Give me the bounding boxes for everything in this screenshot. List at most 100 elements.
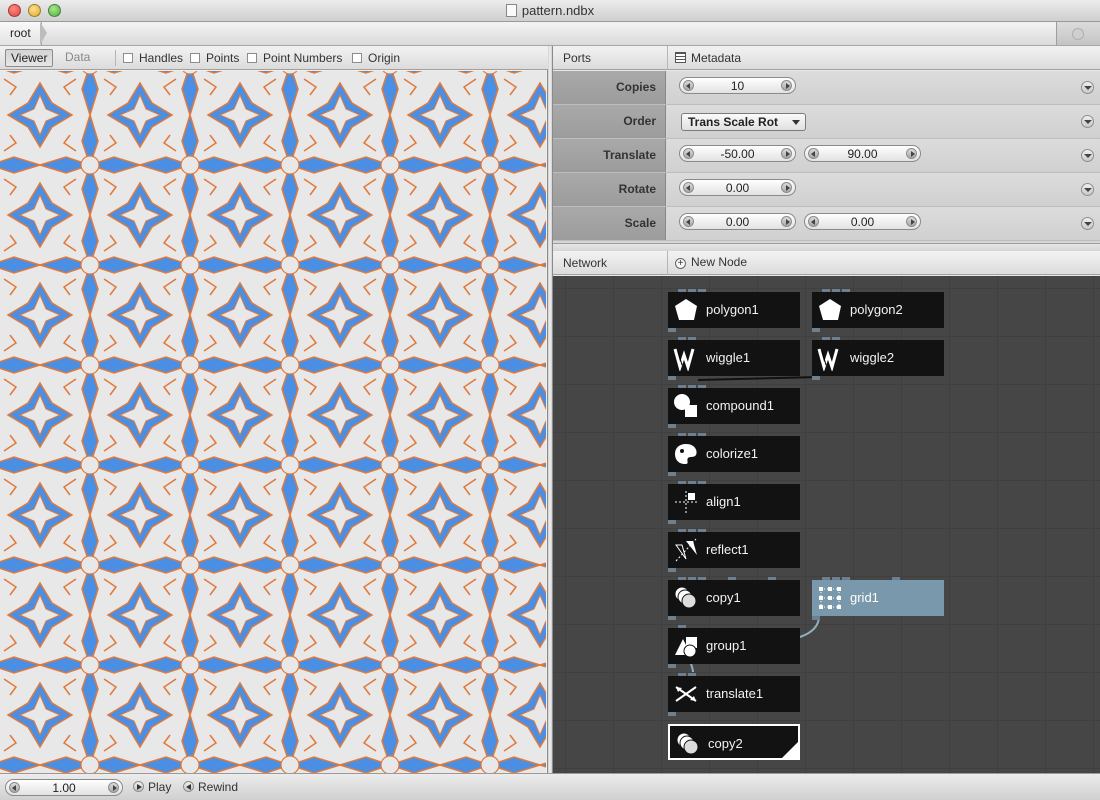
input-port[interactable] (892, 577, 900, 580)
input-port[interactable] (698, 481, 706, 484)
decrement-icon[interactable] (808, 216, 819, 227)
decrement-icon[interactable] (683, 182, 694, 193)
input-port[interactable] (698, 289, 706, 292)
input-port[interactable] (688, 433, 696, 436)
node-translate1[interactable]: translate1 (668, 673, 800, 716)
input-port[interactable] (768, 577, 776, 580)
node-wiggle1[interactable]: wiggle1 (668, 337, 800, 380)
translate-x-stepper[interactable]: -50.00 (679, 145, 796, 162)
input-port[interactable] (822, 337, 830, 340)
decrement-icon[interactable] (683, 80, 694, 91)
network-canvas[interactable]: polygon1 polygon2 wiggle1 wiggle2 compou… (553, 276, 1100, 773)
port-menu-button[interactable] (1081, 149, 1094, 162)
input-port[interactable] (698, 385, 706, 388)
rewind-button[interactable]: Rewind (183, 780, 238, 794)
input-port[interactable] (678, 625, 686, 628)
input-port[interactable] (822, 289, 830, 292)
node-copy2[interactable]: copy2 (668, 724, 800, 760)
output-port[interactable] (668, 472, 676, 476)
metadata-button[interactable]: Metadata (675, 51, 741, 65)
decrement-icon[interactable] (683, 216, 694, 227)
scale-x-stepper[interactable]: 0.00 (679, 213, 796, 230)
output-port[interactable] (668, 328, 676, 332)
copies-stepper[interactable]: 10 (679, 77, 796, 94)
input-port[interactable] (698, 529, 706, 532)
input-port[interactable] (678, 529, 686, 532)
pathbar-corner (1056, 22, 1100, 45)
port-menu-button[interactable] (1081, 115, 1094, 128)
output-port[interactable] (812, 616, 820, 620)
input-port[interactable] (678, 481, 686, 484)
decrement-icon[interactable] (683, 148, 694, 159)
input-port[interactable] (842, 577, 850, 580)
increment-icon[interactable] (781, 148, 792, 159)
origin-checkbox[interactable]: Origin (352, 51, 400, 65)
input-port[interactable] (842, 289, 850, 292)
input-port[interactable] (728, 577, 736, 580)
output-port[interactable] (668, 520, 676, 524)
increment-icon[interactable] (108, 782, 119, 793)
node-grid1[interactable]: grid1 (812, 577, 944, 620)
input-port[interactable] (688, 385, 696, 388)
handles-checkbox[interactable]: Handles (123, 51, 183, 65)
input-port[interactable] (688, 337, 696, 340)
input-port[interactable] (678, 673, 686, 676)
input-port[interactable] (688, 529, 696, 532)
input-port[interactable] (678, 385, 686, 388)
port-menu-button[interactable] (1081, 217, 1094, 230)
output-port[interactable] (668, 568, 676, 572)
decrement-icon[interactable] (9, 782, 20, 793)
points-checkbox[interactable]: Points (190, 51, 239, 65)
node-polygon1[interactable]: polygon1 (668, 289, 800, 332)
tab-data[interactable]: Data (60, 49, 95, 67)
input-port[interactable] (678, 433, 686, 436)
increment-icon[interactable] (781, 216, 792, 227)
output-port[interactable] (668, 376, 676, 380)
input-port[interactable] (678, 337, 686, 340)
point-numbers-checkbox[interactable]: Point Numbers (247, 51, 342, 65)
node-wiggle2[interactable]: wiggle2 (812, 337, 944, 380)
input-port[interactable] (698, 433, 706, 436)
frame-stepper[interactable]: 1.00 (5, 779, 123, 796)
scale-y-stepper[interactable]: 0.00 (804, 213, 921, 230)
node-colorize1[interactable]: colorize1 (668, 433, 800, 476)
output-port[interactable] (668, 664, 676, 668)
node-compound1[interactable]: compound1 (668, 385, 800, 428)
decrement-icon[interactable] (808, 148, 819, 159)
output-port[interactable] (668, 616, 676, 620)
tab-viewer[interactable]: Viewer (5, 49, 54, 67)
port-menu-button[interactable] (1081, 183, 1094, 196)
increment-icon[interactable] (906, 148, 917, 159)
input-port[interactable] (832, 289, 840, 292)
input-port[interactable] (832, 337, 840, 340)
input-port[interactable] (688, 289, 696, 292)
node-copy1[interactable]: copy1 (668, 577, 800, 620)
port-menu-button[interactable] (1081, 81, 1094, 94)
output-port[interactable] (812, 376, 820, 380)
input-port[interactable] (832, 577, 840, 580)
play-button[interactable]: Play (133, 780, 171, 794)
viewer-canvas[interactable] (0, 71, 546, 773)
output-port[interactable] (668, 712, 676, 716)
rotate-stepper[interactable]: 0.00 (679, 179, 796, 196)
input-port[interactable] (688, 481, 696, 484)
input-port[interactable] (678, 577, 686, 580)
output-port[interactable] (668, 424, 676, 428)
node-align1[interactable]: align1 (668, 481, 800, 524)
order-select[interactable]: Trans Scale Rot (681, 113, 806, 131)
input-port[interactable] (822, 577, 830, 580)
output-port[interactable] (812, 328, 820, 332)
node-reflect1[interactable]: reflect1 (668, 529, 800, 572)
input-port[interactable] (688, 673, 696, 676)
input-port[interactable] (688, 577, 696, 580)
increment-icon[interactable] (781, 182, 792, 193)
node-group1[interactable]: group1 (668, 625, 800, 668)
translate-y-stepper[interactable]: 90.00 (804, 145, 921, 162)
input-port[interactable] (678, 289, 686, 292)
input-port[interactable] (698, 577, 706, 580)
increment-icon[interactable] (906, 216, 917, 227)
node-polygon2[interactable]: polygon2 (812, 289, 944, 332)
breadcrumb-root[interactable]: root (0, 22, 42, 45)
increment-icon[interactable] (781, 80, 792, 91)
new-node-button[interactable]: + New Node (675, 255, 747, 269)
